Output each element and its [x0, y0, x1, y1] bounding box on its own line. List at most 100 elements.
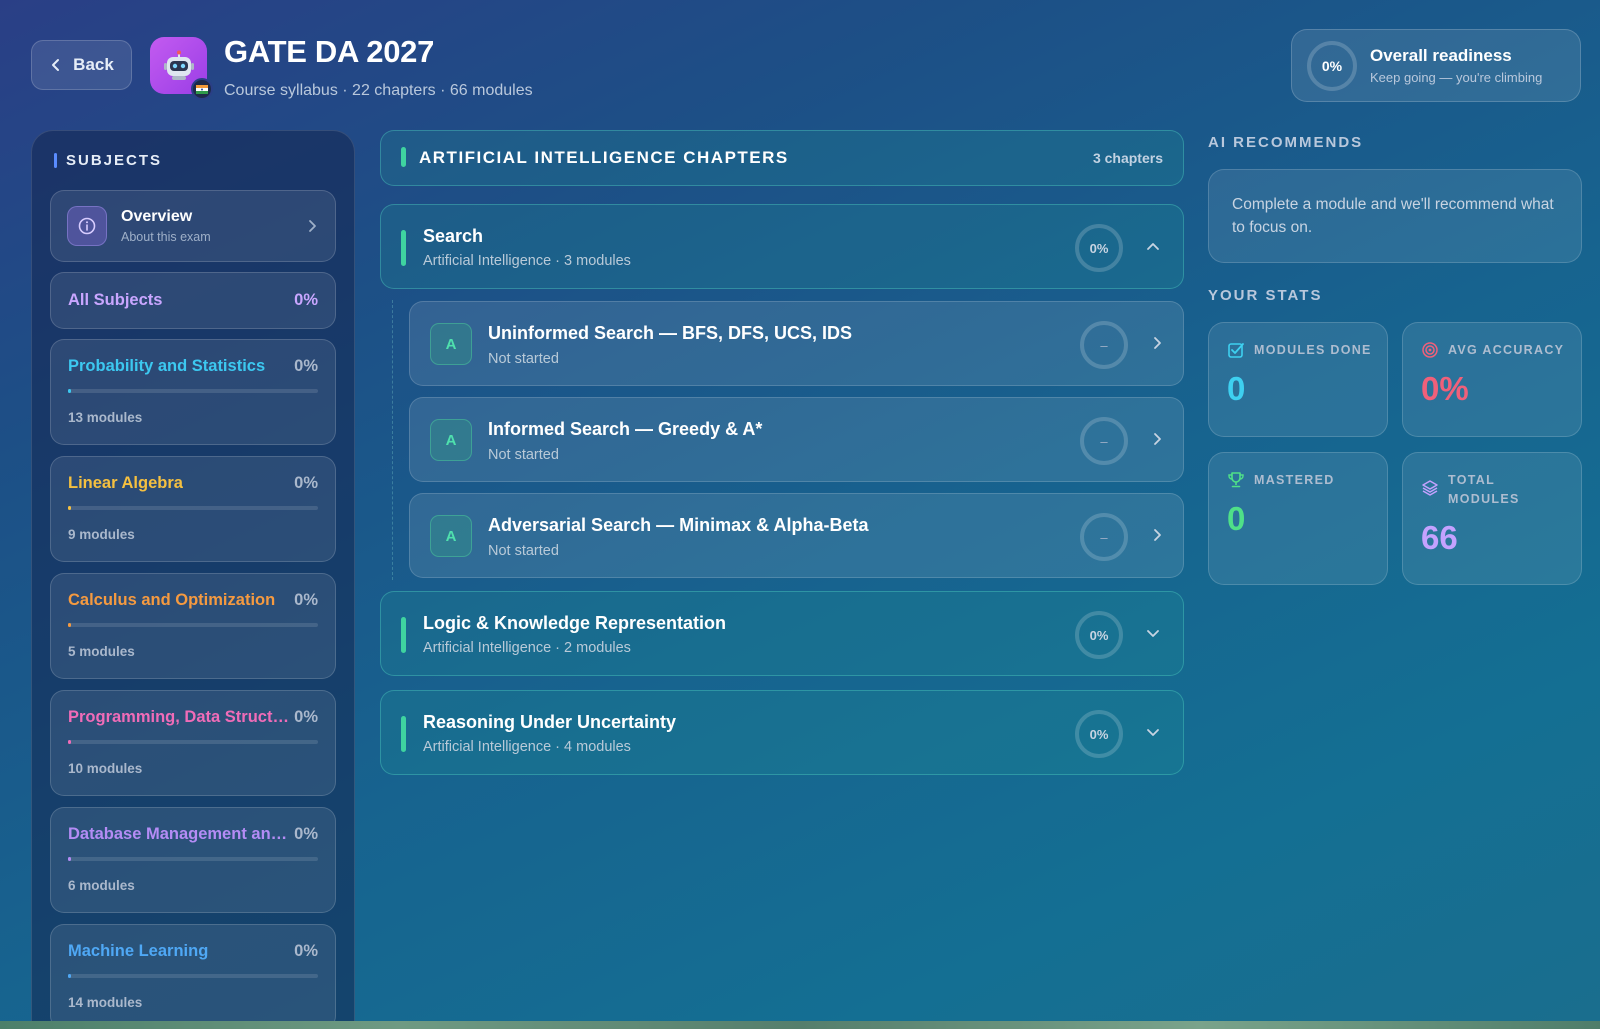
module-item-informed-search[interactable]: A Informed Search — Greedy & A* Not star…	[409, 397, 1184, 482]
robot-icon	[150, 37, 213, 100]
section-header: ARTIFICIAL INTELLIGENCE CHAPTERS 3 chapt…	[380, 130, 1184, 186]
chevron-right-icon	[1154, 529, 1161, 541]
subject-progress-bar	[68, 389, 318, 393]
chevron-down-icon[interactable]	[1145, 724, 1161, 740]
stat-total-modules: TOTAL MODULES 66	[1402, 452, 1582, 585]
chapter-subtitle: Artificial Intelligence · 4 modules	[423, 739, 631, 755]
chevron-right-icon	[1154, 433, 1161, 445]
readiness-subtitle: Keep going — you're climbing	[1370, 70, 1543, 85]
module-title: Informed Search — Greedy & A*	[488, 419, 763, 439]
module-title: Adversarial Search — Minimax & Alpha-Bet…	[488, 515, 869, 535]
chevron-right-icon	[309, 220, 316, 232]
chapter-progress-ring: 0%	[1074, 709, 1124, 759]
subject-name: Database Management and Warehousing	[68, 825, 292, 843]
section-title: ARTIFICIAL INTELLIGENCE CHAPTERS	[401, 147, 789, 168]
chapter-title: Reasoning Under Uncertainty	[423, 712, 677, 732]
subject-module-count: 5 modules	[68, 644, 135, 659]
chapter-title: Logic & Knowledge Representation	[423, 613, 727, 633]
back-button[interactable]: Back	[31, 40, 132, 90]
module-item-adversarial-search[interactable]: A Adversarial Search — Minimax & Alpha-B…	[409, 493, 1184, 578]
module-badge: A	[430, 323, 472, 365]
chapter-progress-value: 0%	[1089, 726, 1109, 742]
subject-name: Programming, Data Structures and Algorit…	[68, 708, 292, 726]
india-flag-icon	[191, 78, 213, 100]
ai-recommendation-card: Complete a module and we'll recommend wh…	[1208, 169, 1582, 263]
subject-progress-bar	[68, 857, 318, 861]
overall-readiness-card: 0% Overall readiness Keep going — you're…	[1291, 29, 1581, 102]
chevron-down-icon[interactable]	[1145, 625, 1161, 641]
sidebar-heading: SUBJECTS	[54, 152, 162, 169]
ai-recommends-heading: AI RECOMMENDS	[1208, 134, 1364, 151]
section-count: 3 chapters	[1092, 150, 1163, 166]
module-score: –	[1100, 433, 1108, 449]
stat-label-line2: MODULES	[1448, 492, 1520, 506]
chapter-progress-ring: 0%	[1074, 610, 1124, 660]
subject-pct: 0%	[294, 825, 318, 843]
subject-progress-bar	[68, 506, 318, 510]
subject-name: Linear Algebra	[68, 474, 183, 492]
chevron-right-icon	[1154, 337, 1161, 349]
module-badge: A	[430, 419, 472, 461]
module-status: Not started	[488, 543, 559, 559]
module-title: Uninformed Search — BFS, DFS, UCS, IDS	[488, 323, 853, 343]
info-icon	[67, 206, 107, 246]
subject-item-programming-dsa[interactable]: Programming, Data Structures and Algorit…	[50, 690, 336, 796]
subject-pct: 0%	[294, 942, 318, 960]
readiness-value: 0%	[1321, 57, 1343, 74]
chapter-progress-ring: 0%	[1074, 223, 1124, 273]
subject-name: Machine Learning	[68, 942, 209, 960]
chevron-left-icon	[52, 59, 60, 71]
subject-item-machine-learning[interactable]: Machine Learning 0% 14 modules	[50, 924, 336, 1029]
subject-name: Probability and Statistics	[68, 357, 266, 375]
module-item-uninformed-search[interactable]: A Uninformed Search — BFS, DFS, UCS, IDS…	[409, 301, 1184, 386]
module-score-ring: –	[1079, 512, 1129, 562]
subject-progress-bar	[68, 740, 318, 744]
chapter-item-search[interactable]: Search Artificial Intelligence · 3 modul…	[380, 204, 1184, 289]
subject-pct: 0%	[294, 591, 318, 609]
subject-module-count: 13 modules	[68, 410, 143, 425]
overview-subtitle: About this exam	[121, 230, 211, 244]
all-subjects-label: All Subjects	[68, 291, 163, 309]
chapter-progress-value: 0%	[1089, 627, 1109, 643]
chapter-progress-value: 0%	[1089, 240, 1109, 256]
module-score-ring: –	[1079, 320, 1129, 370]
chapter-title: Search	[423, 226, 484, 246]
overview-item[interactable]: Overview About this exam	[50, 190, 336, 262]
overview-title: Overview	[121, 208, 193, 225]
subject-pct: 0%	[294, 357, 318, 375]
subject-item-calculus-optimization[interactable]: Calculus and Optimization 0% 5 modules	[50, 573, 336, 679]
stat-label: AVG ACCURACY	[1448, 343, 1565, 357]
subject-item-database-management[interactable]: Database Management and Warehousing 0% 6…	[50, 807, 336, 913]
stat-modules-done: MODULES DONE 0	[1208, 322, 1388, 437]
subject-module-count: 14 modules	[68, 995, 143, 1010]
all-subjects-pct: 0%	[294, 291, 318, 309]
subject-pct: 0%	[294, 708, 318, 726]
target-icon	[1422, 342, 1438, 358]
trophy-icon	[1228, 472, 1244, 488]
page-subtitle: Course syllabus · 22 chapters · 66 modul…	[224, 82, 533, 99]
back-button-label: Back	[73, 55, 114, 74]
subject-progress-bar	[68, 623, 318, 627]
module-score-ring: –	[1079, 416, 1129, 466]
stats-heading: YOUR STATS	[1208, 287, 1323, 304]
subject-item-probability-statistics[interactable]: Probability and Statistics 0% 13 modules	[50, 339, 336, 445]
chapter-item-logic-knowledge[interactable]: Logic & Knowledge Representation Artific…	[380, 591, 1184, 676]
module-badge: A	[430, 515, 472, 557]
stat-mastered: MASTERED 0	[1208, 452, 1388, 585]
stat-label-line1: TOTAL	[1448, 473, 1496, 487]
bottom-edge-strip	[0, 1021, 1600, 1029]
subject-item-linear-algebra[interactable]: Linear Algebra 0% 9 modules	[50, 456, 336, 562]
subject-pct: 0%	[294, 474, 318, 492]
all-subjects-item[interactable]: All Subjects 0%	[50, 272, 336, 329]
subject-name: Calculus and Optimization	[68, 591, 276, 609]
chapter-item-reasoning-uncertainty[interactable]: Reasoning Under Uncertainty Artificial I…	[380, 690, 1184, 775]
readiness-ring: 0%	[1306, 40, 1358, 92]
chevron-up-icon[interactable]	[1145, 238, 1161, 254]
layers-icon	[1422, 480, 1438, 496]
module-thread-line	[392, 300, 393, 580]
stat-value: 0	[1227, 500, 1246, 537]
chapter-subtitle: Artificial Intelligence · 3 modules	[423, 253, 631, 269]
module-status: Not started	[488, 351, 559, 367]
subject-module-count: 9 modules	[68, 527, 135, 542]
stat-value: 0%	[1421, 370, 1469, 407]
